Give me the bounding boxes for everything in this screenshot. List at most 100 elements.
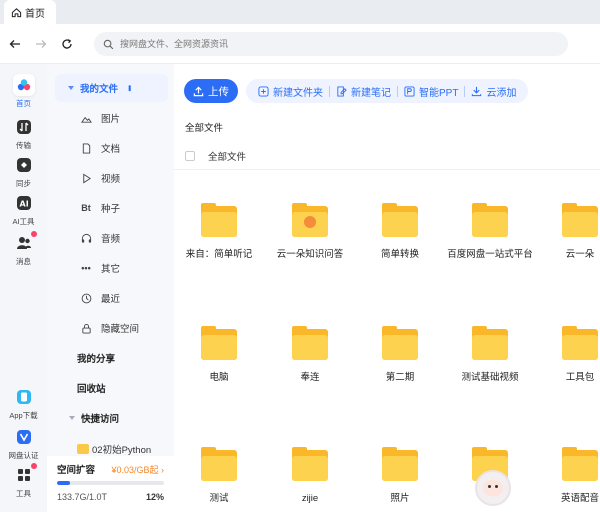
- file-name: 测试: [209, 493, 229, 504]
- quick-access-folder[interactable]: 02初始Python: [77, 442, 151, 456]
- file-item[interactable]: 测试: [174, 414, 264, 512]
- notification-dot: [30, 463, 37, 469]
- search-bar[interactable]: [94, 32, 568, 56]
- main-content: 上传 新建文件夹 新建笔记 智能PPT 云添加 全部文件 全部文件 来自：简单听…: [174, 64, 600, 512]
- file-name: 奉连: [300, 372, 320, 383]
- rail-label: 首页: [16, 99, 31, 108]
- storage-panel[interactable]: 空间扩容 ¥0.03/GB起 › 133.7G/1.0T 12%: [47, 456, 174, 512]
- nav-label: 我的文件: [80, 84, 119, 95]
- headphone-icon: [79, 231, 93, 245]
- file-item[interactable]: 简单转换: [355, 170, 445, 280]
- forward-button[interactable]: [33, 36, 49, 52]
- file-item[interactable]: 英语配音: [535, 414, 600, 512]
- nav-recycle-bin[interactable]: 回收站: [55, 374, 168, 402]
- rail-label: 消息: [16, 257, 31, 266]
- folder-icon: [292, 447, 328, 481]
- file-item[interactable]: zijie: [265, 414, 355, 512]
- arrow-left-icon: [9, 40, 20, 48]
- assistant-mascot[interactable]: [475, 470, 511, 506]
- new-note-button[interactable]: 新建笔记: [330, 79, 397, 103]
- tab-label: 首页: [25, 8, 45, 20]
- nav-item-audio[interactable]: 音频: [55, 224, 168, 252]
- side-navigation: 我的文件 ••• 图片 文档 视频 Bt 种子 音频 ••• 其它 最近 隐藏空…: [47, 64, 174, 512]
- document-icon: [79, 141, 93, 155]
- file-name: 来自：简单听记: [185, 249, 253, 260]
- file-item[interactable]: 云一朵知识问答: [265, 170, 355, 280]
- file-list-header-label: 全部文件: [208, 151, 247, 163]
- more-icon[interactable]: •••: [125, 85, 134, 90]
- smart-ppt-button[interactable]: 智能PPT: [398, 79, 464, 103]
- rail-item-app-download[interactable]: App下载: [0, 386, 47, 421]
- rail-label: 传输: [16, 141, 31, 150]
- cloud-add-button[interactable]: 云添加: [465, 79, 522, 103]
- rail-item-message[interactable]: 消息: [0, 231, 47, 267]
- nav-label: 文档: [101, 144, 121, 155]
- search-input[interactable]: [120, 39, 520, 49]
- file-name: 英语配音: [560, 493, 599, 504]
- rail-item-sync[interactable]: 同步: [0, 154, 47, 189]
- nav-item-torrents[interactable]: Bt 种子: [55, 194, 168, 222]
- file-item[interactable]: 照片: [355, 414, 445, 512]
- select-all-checkbox[interactable]: [185, 150, 195, 161]
- back-button[interactable]: [7, 36, 23, 52]
- home-icon: [11, 7, 22, 17]
- search-icon: [103, 39, 114, 49]
- play-icon: [79, 171, 93, 185]
- notification-dot: [30, 231, 37, 237]
- nav-item-documents[interactable]: 文档: [55, 134, 168, 162]
- refresh-icon: [62, 39, 72, 49]
- nav-item-hidden-space[interactable]: 隐藏空间: [55, 314, 168, 342]
- rail-item-verify[interactable]: 网盘认证: [0, 426, 47, 461]
- refresh-button[interactable]: [59, 36, 75, 52]
- file-item[interactable]: 云一朵: [535, 170, 600, 280]
- nav-label: 隐藏空间: [101, 324, 140, 335]
- quick-folder-label: 02初始Python: [92, 445, 152, 456]
- rail-item-home[interactable]: 首页: [0, 74, 47, 109]
- lock-icon: [79, 321, 93, 335]
- cloud-add-label: 云添加: [486, 87, 517, 99]
- rail-label: AI工具: [12, 217, 35, 226]
- file-item[interactable]: 第二期: [355, 293, 445, 403]
- folder-icon: [562, 326, 598, 360]
- folder-icon: [382, 447, 418, 481]
- rail-item-tools[interactable]: 工具: [0, 463, 47, 499]
- file-name: 第二期: [385, 372, 415, 383]
- new-note-label: 新建笔记: [351, 87, 391, 99]
- upload-label: 上传: [208, 85, 229, 98]
- file-item[interactable]: 测试基础视频: [445, 293, 535, 403]
- nav-item-videos[interactable]: 视频: [55, 164, 168, 192]
- file-item[interactable]: 百度网盘一站式平台: [445, 170, 535, 280]
- folder-icon: [201, 203, 237, 237]
- folder-icon: [292, 203, 328, 237]
- nav-label: 其它: [101, 264, 121, 275]
- image-icon: [79, 111, 93, 125]
- plus-icon: [258, 85, 269, 97]
- file-item[interactable]: 电脑: [174, 293, 264, 403]
- nav-my-shares[interactable]: 我的分享: [55, 344, 168, 372]
- tab-bar: 首页: [0, 0, 600, 24]
- nav-item-images[interactable]: 图片: [55, 104, 168, 132]
- file-item[interactable]: 奉连: [265, 293, 355, 403]
- nav-item-recent[interactable]: 最近: [55, 284, 168, 312]
- storage-price[interactable]: ¥0.03/GB起 ›: [111, 463, 164, 476]
- torrent-icon: Bt: [81, 203, 91, 213]
- tab-home[interactable]: 首页: [4, 0, 56, 24]
- file-item[interactable]: 来自：简单听记: [174, 170, 264, 280]
- upload-button[interactable]: 上传: [184, 79, 238, 103]
- nav-item-others[interactable]: ••• 其它: [55, 254, 168, 282]
- file-name: 工具包: [565, 372, 595, 383]
- file-item[interactable]: 工具包: [535, 293, 600, 403]
- rail-item-transfer[interactable]: 传输: [0, 116, 47, 151]
- transfer-icon: [13, 116, 35, 138]
- storage-progress-fill: [57, 481, 70, 485]
- clock-icon: [79, 291, 93, 305]
- breadcrumb[interactable]: 全部文件: [185, 120, 223, 134]
- nav-label: 最近: [101, 294, 121, 305]
- new-folder-button[interactable]: 新建文件夹: [252, 79, 329, 103]
- nav-quick-access[interactable]: 快捷访问: [55, 404, 168, 432]
- rail-item-ai[interactable]: AI AI工具: [0, 192, 47, 227]
- file-name: 云一朵知识问答: [276, 249, 344, 260]
- ppt-icon: [404, 85, 415, 97]
- nav-label: 种子: [101, 204, 121, 215]
- nav-my-files[interactable]: 我的文件 •••: [55, 74, 168, 102]
